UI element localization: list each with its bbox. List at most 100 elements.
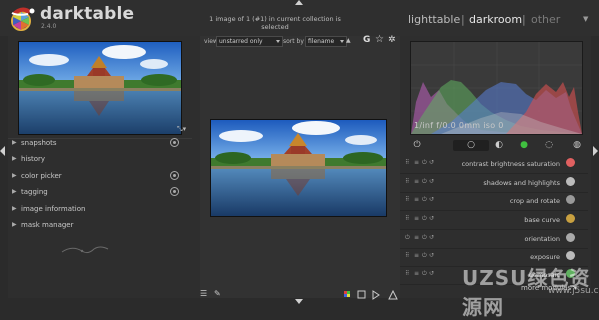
drag-handle-icon[interactable]: ⠿: [405, 252, 409, 259]
orientation-icon: [566, 233, 575, 242]
preset-icon[interactable]: ≡: [414, 270, 419, 277]
bottom-toolbar-icons[interactable]: [344, 290, 399, 300]
expand-triangle-icon: ▶: [12, 139, 17, 146]
left-panel-collapse-arrow[interactable]: [0, 146, 5, 156]
reset-icon[interactable]: ↺: [429, 234, 434, 241]
expand-triangle-icon: ▶: [12, 221, 17, 228]
grouping-icon[interactable]: G: [363, 35, 370, 45]
module-orientation[interactable]: ⏻ ≡ ⏻ ↺ orientation: [400, 230, 588, 249]
module-label: color picker: [21, 172, 62, 180]
curve-icon: [566, 214, 575, 223]
preset-icon[interactable]: ≡: [414, 215, 419, 222]
chevron-down-icon: [340, 40, 344, 43]
module-shadows-and-highlights[interactable]: ⠿ ≡ ⏻ ↺ shadows and highlights: [400, 174, 588, 193]
star-icon[interactable]: ☆: [375, 34, 384, 45]
view-separator: |: [522, 13, 526, 26]
module-contrast-brightness-saturation[interactable]: ⠿ ≡ ⏻ ↺ contrast brightness saturation: [400, 155, 588, 174]
left-module-history[interactable]: ▶ history: [8, 152, 188, 167]
brush-icon[interactable]: ✎: [214, 289, 221, 298]
left-module-mask-manager[interactable]: ▶ mask manager: [8, 218, 188, 233]
reset-icon[interactable]: ↺: [429, 270, 434, 277]
view-separator: |: [461, 13, 465, 26]
module-name: base curve: [524, 216, 560, 224]
reset-icon[interactable]: ↺: [429, 159, 434, 166]
drag-handle-icon[interactable]: ⠿: [405, 196, 409, 203]
expand-triangle-icon: ▶: [12, 188, 17, 195]
tab-lighttable[interactable]: lighttable: [408, 13, 460, 26]
gear-icon[interactable]: [170, 171, 179, 180]
drag-handle-icon[interactable]: ⠿: [405, 215, 409, 222]
power-icon[interactable]: ⏻: [408, 139, 426, 152]
module-label: mask manager: [21, 221, 74, 229]
preset-icon[interactable]: ≡: [414, 234, 419, 241]
left-module-tagging[interactable]: ▶ tagging: [8, 185, 188, 200]
navigation-thumbnail[interactable]: [18, 41, 182, 135]
power-icon[interactable]: ⏻: [422, 196, 427, 204]
module-label: history: [21, 155, 46, 163]
module-label: image information: [21, 205, 86, 213]
power-icon[interactable]: ⏻: [422, 215, 427, 223]
module-crop-and-rotate[interactable]: ⠿ ≡ ⏻ ↺ crop and rotate: [400, 192, 588, 211]
exif-info: 1/inf f/0.0 0mm iso 0: [414, 121, 504, 130]
gear-icon[interactable]: [170, 138, 179, 147]
gear-icon[interactable]: ✲: [388, 35, 396, 45]
color-icon[interactable]: ●: [515, 139, 533, 152]
expand-triangle-icon: ▶: [12, 172, 17, 179]
module-name: exposure: [530, 253, 560, 261]
reset-icon[interactable]: ↺: [429, 178, 434, 185]
exposure-icon: [566, 251, 575, 260]
preset-icon[interactable]: ≡: [414, 178, 419, 185]
left-module-snapshots[interactable]: ▶ snapshots: [8, 136, 188, 151]
sort-direction-icon[interactable]: ▲: [346, 37, 351, 44]
drag-handle-icon[interactable]: ⠿: [405, 270, 409, 277]
module-name: crop and rotate: [509, 197, 560, 205]
top-panel-collapse-arrow[interactable]: [295, 0, 303, 5]
sort-by-label: sort by: [283, 38, 304, 45]
power-icon[interactable]: ⏻: [422, 234, 427, 242]
chevron-down-icon: [276, 40, 280, 43]
power-icon[interactable]: ⏻: [422, 178, 427, 186]
flourish-ornament-icon: [61, 246, 109, 254]
expand-triangle-icon: ▶: [12, 205, 17, 212]
collection-info: 1 image of 1 (#1) in current collection …: [209, 15, 341, 31]
module-label: tagging: [21, 188, 48, 196]
correct-icon[interactable]: ◌: [540, 139, 558, 152]
module-base-curve[interactable]: ⠿ ≡ ⏻ ↺ base curve: [400, 211, 588, 230]
left-module-color-picker[interactable]: ▶ color picker: [8, 169, 188, 184]
view-filter-value: unstarred only: [219, 38, 263, 45]
main-image[interactable]: [210, 119, 387, 217]
chevron-down-icon[interactable]: ▼: [583, 15, 588, 23]
reset-icon[interactable]: ↺: [429, 252, 434, 259]
crop-icon: [566, 195, 575, 204]
sort-by-value: filename: [308, 38, 335, 45]
tab-other[interactable]: other: [531, 13, 560, 26]
drag-handle-icon[interactable]: ⠿: [405, 159, 409, 166]
preset-icon[interactable]: ≡: [414, 252, 419, 259]
view-filter-select[interactable]: unstarred only: [216, 36, 283, 47]
reset-icon[interactable]: ↺: [429, 215, 434, 222]
watermark-url: www.j5su.com: [548, 286, 599, 296]
darktable-logo-icon: [11, 7, 35, 31]
half-circle-icon[interactable]: ◐: [490, 139, 508, 152]
module-name: contrast brightness saturation: [461, 160, 560, 168]
sort-by-select[interactable]: filename: [305, 36, 347, 47]
drag-handle-icon[interactable]: ⠿: [405, 178, 409, 185]
power-icon[interactable]: ⏻: [422, 252, 427, 260]
circle-icon[interactable]: ○: [462, 139, 480, 152]
gear-icon[interactable]: [170, 187, 179, 196]
bottom-panel-collapse-arrow[interactable]: [295, 299, 303, 304]
effect-icon[interactable]: ◍: [568, 139, 586, 152]
tab-darkroom[interactable]: darkroom: [469, 13, 522, 26]
menu-icon[interactable]: ☰: [200, 289, 207, 298]
shadows-icon: [566, 177, 575, 186]
left-module-image-information[interactable]: ▶ image information: [8, 202, 188, 217]
expand-triangle-icon: ▶: [12, 155, 17, 162]
power-icon[interactable]: ⏻: [405, 234, 410, 242]
power-icon[interactable]: ⏻: [422, 270, 427, 278]
preset-icon[interactable]: ≡: [414, 159, 419, 166]
preset-icon[interactable]: ≡: [414, 196, 419, 203]
zoom-fit-icon[interactable]: ⤡▾: [177, 125, 186, 134]
power-icon[interactable]: ⏻: [422, 159, 427, 167]
right-panel-collapse-arrow[interactable]: [593, 146, 598, 156]
reset-icon[interactable]: ↺: [429, 196, 434, 203]
